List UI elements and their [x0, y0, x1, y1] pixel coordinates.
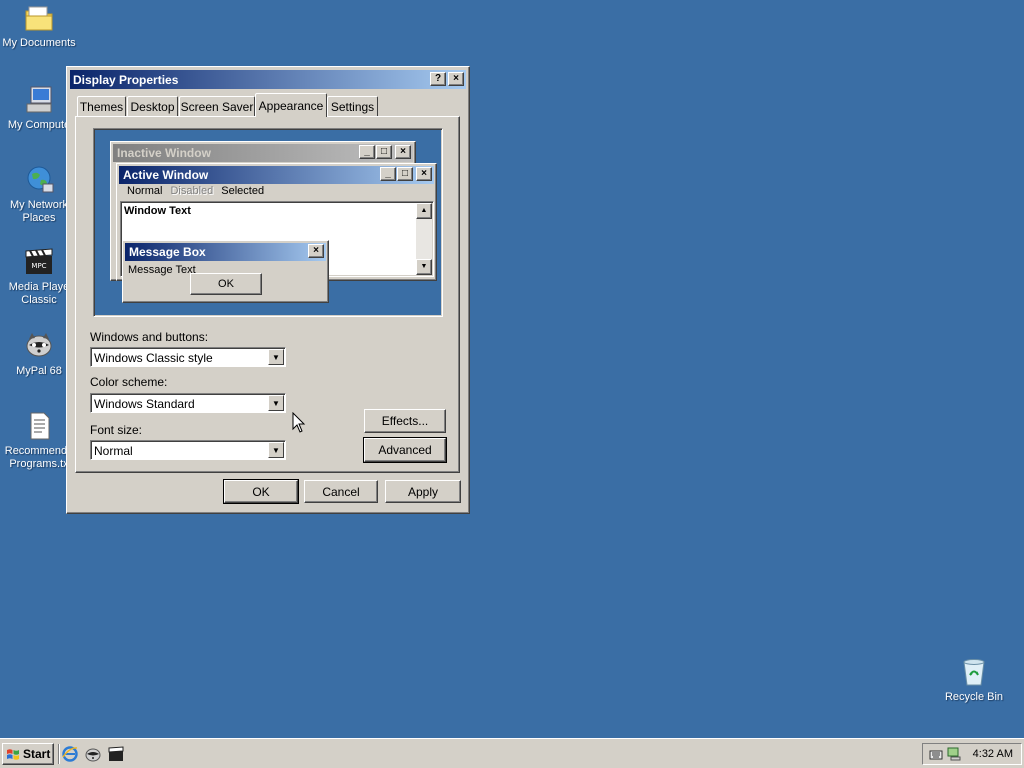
- keyboard-icon[interactable]: [929, 748, 943, 760]
- close-icon: ×: [416, 167, 432, 181]
- preview-scrollbar: ▲ ▼: [416, 203, 432, 275]
- advanced-button[interactable]: Advanced: [363, 437, 447, 463]
- preview-message-box: Message Box × Message Text OK: [122, 240, 329, 303]
- chevron-down-icon[interactable]: ▼: [268, 349, 284, 365]
- recycle-bin-icon: [963, 659, 985, 686]
- quick-launch-divider: [58, 744, 60, 764]
- font-size-value: Normal: [94, 444, 133, 458]
- dialog-title-bar[interactable]: Display Properties ? ×: [70, 70, 466, 89]
- folder-icon: [25, 6, 53, 31]
- clock[interactable]: 4:32 AM: [973, 748, 1013, 760]
- windows-buttons-value: Windows Classic style: [94, 351, 213, 365]
- preview-active-title: Active Window: [123, 168, 209, 182]
- network-globe-icon: [27, 166, 54, 193]
- dialog-title: Display Properties: [73, 73, 179, 87]
- color-scheme-select[interactable]: Windows Standard ▼: [90, 393, 286, 413]
- close-button[interactable]: ×: [448, 72, 464, 86]
- tab-settings[interactable]: Settings: [327, 96, 378, 116]
- scroll-down-icon: ▼: [416, 259, 432, 275]
- color-scheme-value: Windows Standard: [94, 397, 195, 411]
- ok-button[interactable]: OK: [223, 479, 299, 504]
- close-icon: ×: [308, 244, 324, 258]
- maximize-icon: □: [397, 167, 413, 181]
- tab-themes[interactable]: Themes: [77, 96, 126, 116]
- start-button[interactable]: Start: [2, 743, 54, 765]
- preview-window-text: Window Text: [124, 205, 191, 217]
- chevron-down-icon[interactable]: ▼: [268, 442, 284, 458]
- preview-menu-normal: Normal: [127, 185, 163, 197]
- preview-msgbox-text: Message Text: [128, 264, 196, 276]
- tab-desktop[interactable]: Desktop: [127, 96, 178, 116]
- font-size-label: Font size:: [90, 423, 143, 437]
- svg-text:MPC: MPC: [31, 262, 46, 270]
- effects-button[interactable]: Effects...: [364, 409, 446, 433]
- preview-msgbox-ok-button: OK: [190, 273, 262, 295]
- appearance-preview: Inactive Window _ □ × Active Window _ □ …: [93, 128, 443, 317]
- windows-buttons-select[interactable]: Windows Classic style ▼: [90, 347, 286, 367]
- minimize-icon: _: [380, 167, 396, 181]
- windows-logo-icon: [7, 748, 19, 760]
- computer-icon: [26, 86, 52, 113]
- raccoon-icon: [26, 333, 52, 357]
- mouse-cursor-icon: [292, 412, 306, 433]
- font-size-select[interactable]: Normal ▼: [90, 440, 286, 460]
- help-button[interactable]: ?: [430, 72, 446, 86]
- mypal-raccoon-icon[interactable]: [84, 745, 102, 763]
- preview-menu-disabled: Disabled: [170, 185, 214, 197]
- scroll-up-icon: ▲: [416, 203, 432, 219]
- internet-explorer-icon[interactable]: [61, 745, 79, 763]
- network-status-icon[interactable]: [947, 747, 961, 761]
- clapperboard-icon: MPC: [25, 248, 53, 274]
- preview-inactive-title: Inactive Window: [117, 146, 211, 160]
- windows-buttons-label: Windows and buttons:: [90, 330, 209, 344]
- desktop-icon-recycle-bin[interactable]: Recycle Bin: [935, 656, 1013, 704]
- maximize-icon: □: [376, 145, 392, 159]
- apply-button[interactable]: Apply: [385, 480, 461, 503]
- system-tray: 4:32 AM: [922, 743, 1022, 765]
- cancel-button[interactable]: Cancel: [304, 480, 378, 503]
- tab-appearance[interactable]: Appearance: [255, 93, 327, 117]
- start-label: Start: [23, 747, 51, 761]
- tab-screen-saver[interactable]: Screen Saver: [179, 96, 255, 116]
- media-player-classic-icon[interactable]: [107, 745, 125, 763]
- chevron-down-icon[interactable]: ▼: [268, 395, 284, 411]
- desktop-icon-label: Recycle Bin: [944, 691, 1004, 703]
- close-icon: ×: [395, 145, 411, 159]
- preview-msgbox-title: Message Box: [129, 245, 206, 259]
- color-scheme-label: Color scheme:: [90, 375, 168, 389]
- text-file-icon: [30, 412, 50, 440]
- desktop-icon-my-documents[interactable]: My Documents: [0, 2, 78, 50]
- desktop-icon-label: My Documents: [2, 37, 76, 49]
- taskbar: Start 4:32 AM: [0, 738, 1024, 768]
- preview-menu-selected: Selected: [221, 185, 265, 197]
- minimize-icon: _: [359, 145, 375, 159]
